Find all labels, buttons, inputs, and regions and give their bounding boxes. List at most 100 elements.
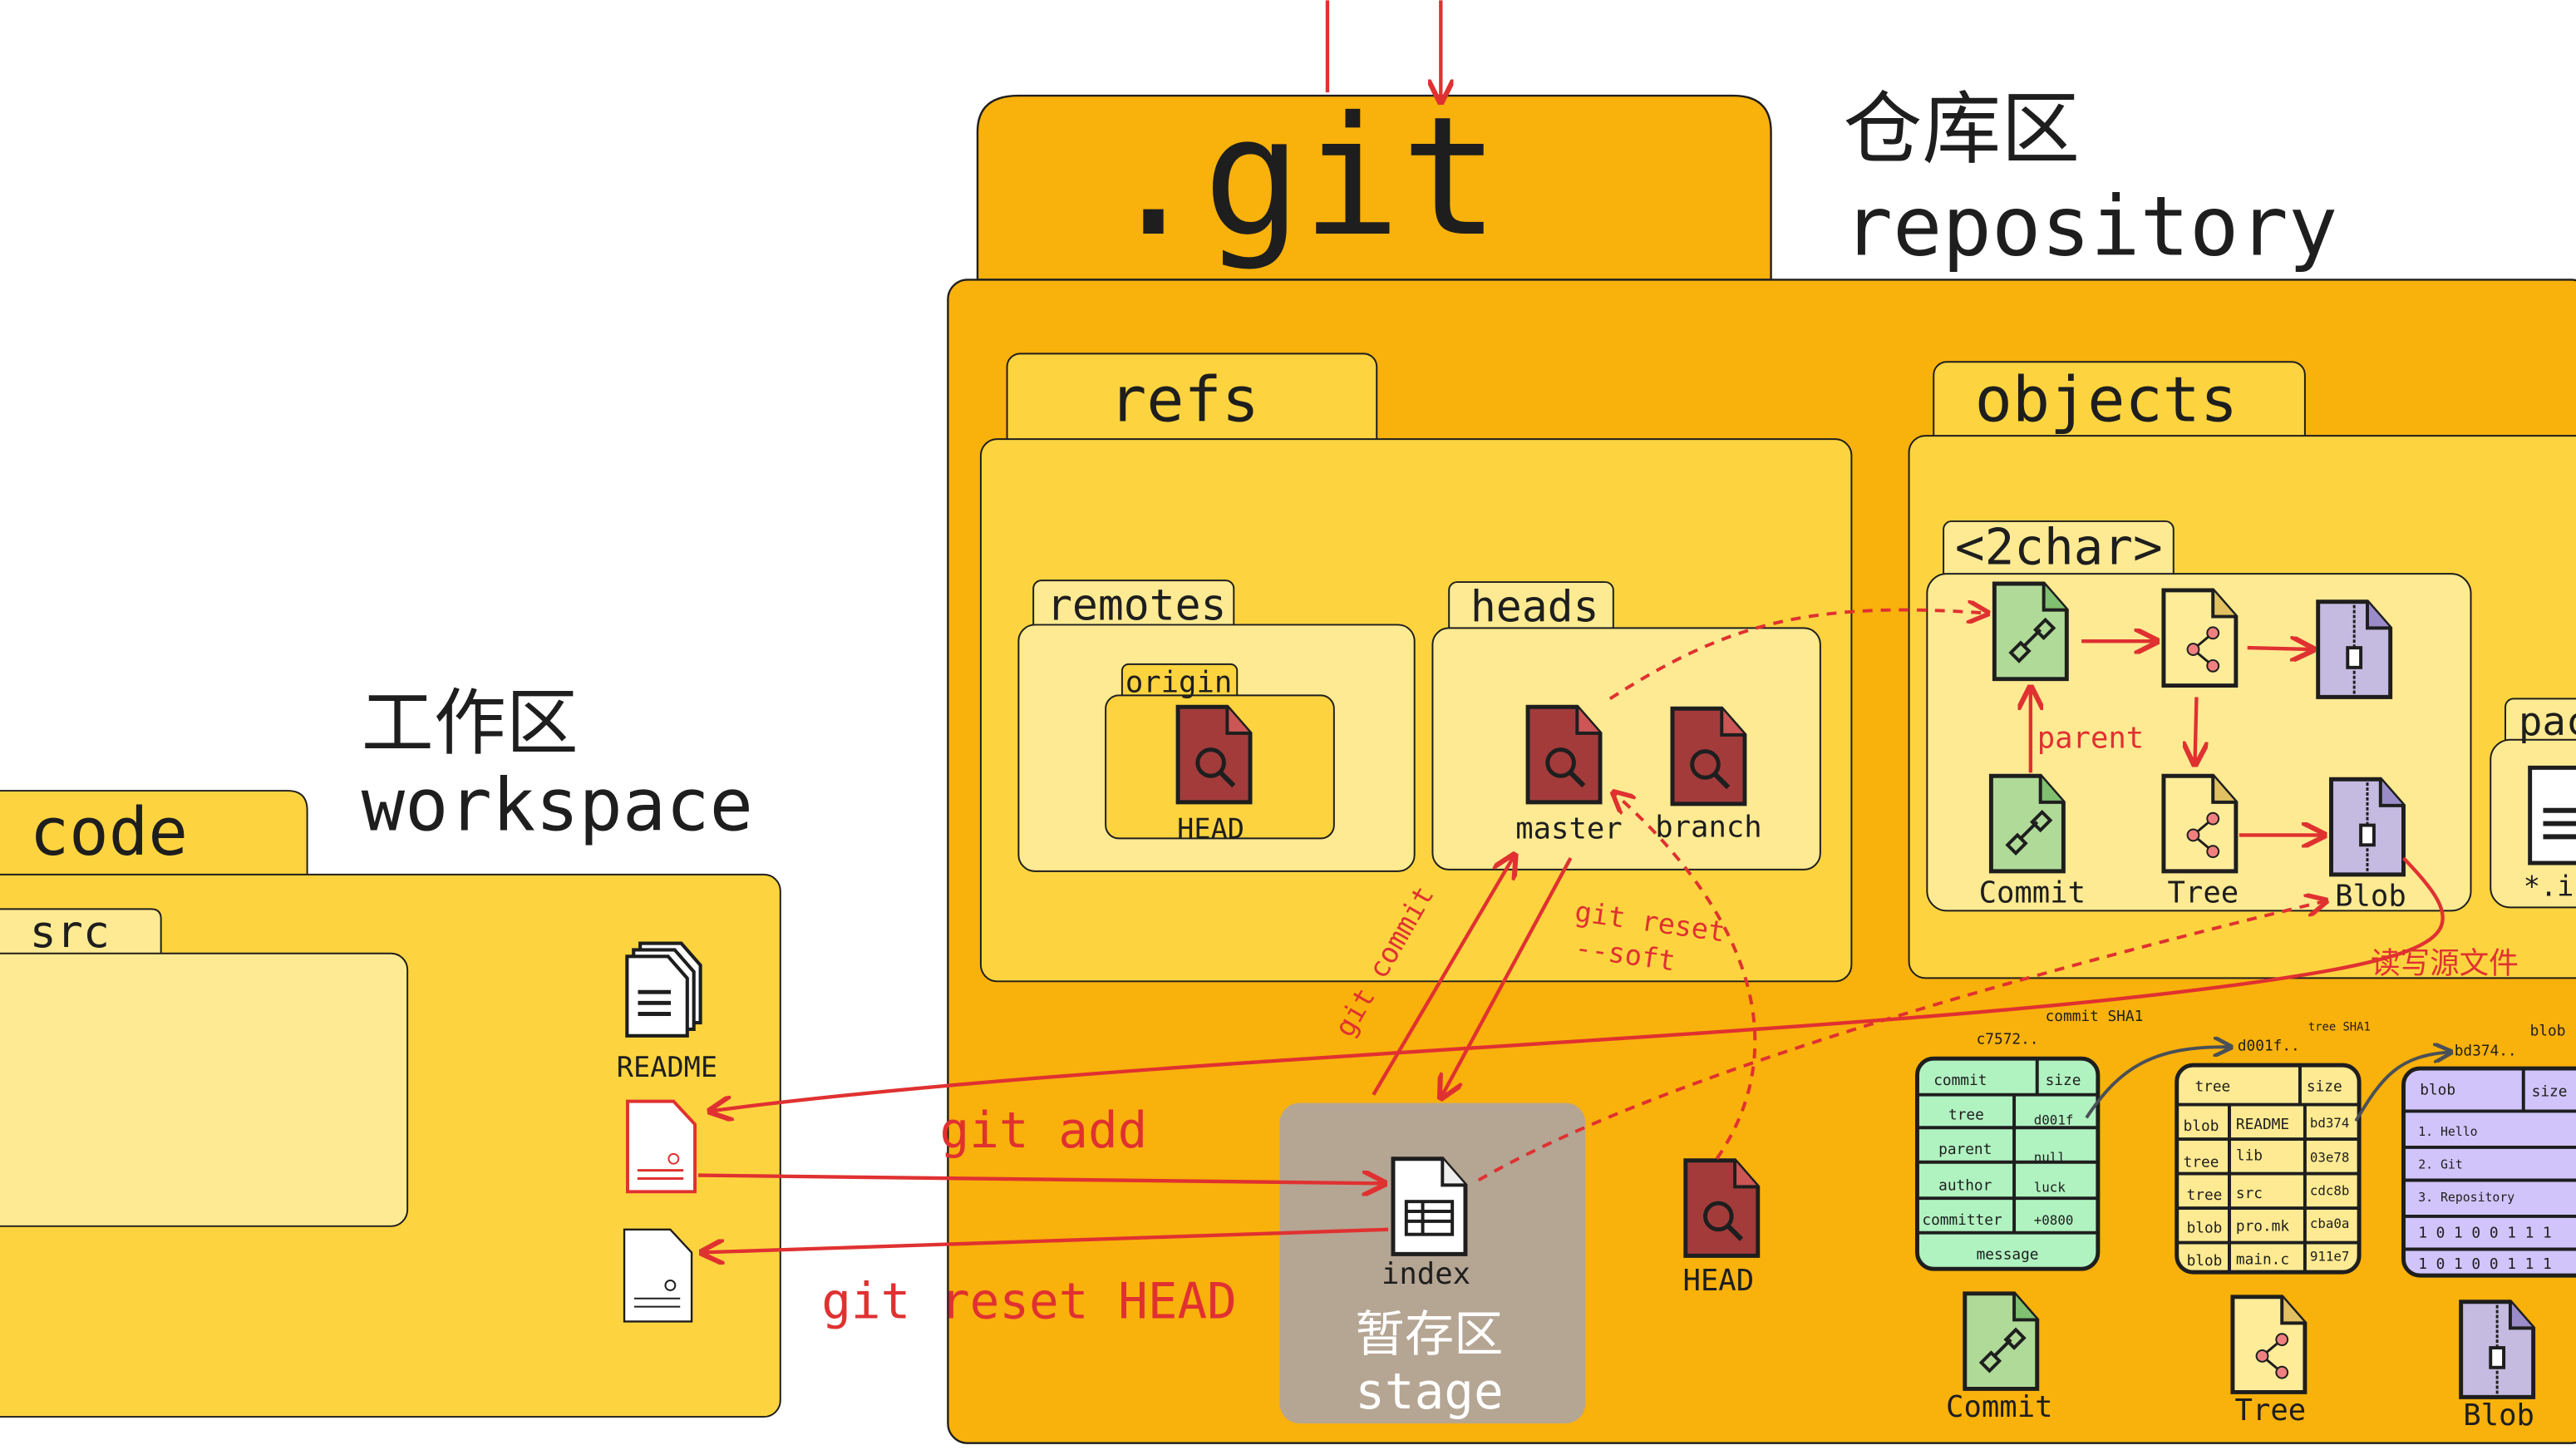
- objects-folder[interactable]: objects <2char> parent Commit Tree Blob …: [1908, 361, 2576, 979]
- table-cell: blob: [2187, 1220, 2223, 1237]
- commit-icon[interactable]: [1965, 1294, 2037, 1389]
- table-cell: src: [2236, 1185, 2263, 1202]
- twochar-label: <2char>: [1955, 518, 2163, 575]
- master-ref-icon[interactable]: [1528, 707, 1600, 802]
- head-ref-icon[interactable]: [1686, 1161, 1758, 1256]
- stage-title-en: stage: [1355, 1363, 1503, 1420]
- table-cell: 911e7: [2310, 1248, 2350, 1264]
- repo-title-cn: 仓库区: [1844, 84, 2081, 175]
- remotes-label: remotes: [1047, 581, 1227, 631]
- origin-head-label: HEAD: [1177, 812, 1244, 845]
- git-add-label: git add: [940, 1102, 1148, 1159]
- table-cell: lib: [2236, 1147, 2263, 1165]
- index-file-icon[interactable]: [1393, 1159, 1465, 1255]
- tree-sha: d001f..: [2238, 1037, 2300, 1054]
- tree-icon[interactable]: [2233, 1297, 2305, 1393]
- code-folder[interactable]: code src README: [0, 790, 781, 1418]
- blob-sha: bd374..: [2455, 1042, 2517, 1059]
- table-cell: main.c: [2236, 1250, 2289, 1268]
- git-diagram: .git 仓库区 repository refs remotes origin …: [0, 0, 2576, 1444]
- git-reset-head-label: git reset HEAD: [821, 1272, 1237, 1329]
- blob-icon[interactable]: [2318, 602, 2391, 698]
- table-cell: README: [2236, 1116, 2289, 1133]
- refs-label: refs: [1109, 362, 1259, 436]
- read-write-note: 读写源文件: [2371, 946, 2519, 980]
- table-header: size: [2046, 1072, 2081, 1089]
- tree-sha-label: tree SHA1: [2308, 1021, 2371, 1034]
- table-cell: luck: [2034, 1179, 2066, 1195]
- file-icon[interactable]: [623, 1228, 693, 1323]
- table-cell: 3. Repository: [2418, 1191, 2514, 1205]
- git-folder-label: .git: [1104, 81, 1500, 273]
- table-header: size: [2307, 1078, 2342, 1096]
- table-cell: cba0a: [2310, 1216, 2350, 1231]
- tree-icon-label: Tree: [2235, 1393, 2307, 1428]
- tree-icon[interactable]: [2164, 590, 2236, 686]
- table-cell: tree: [1948, 1106, 1984, 1123]
- readme-label: README: [617, 1051, 717, 1083]
- table-cell: tree: [2187, 1186, 2223, 1204]
- blob-sha-label: blob: [2530, 1023, 2566, 1040]
- blob-icon-label: Blob: [2463, 1398, 2534, 1433]
- table-cell: 2. Git: [2418, 1158, 2463, 1172]
- table-header: blob: [2420, 1082, 2455, 1099]
- tree-icon[interactable]: [2164, 776, 2236, 871]
- table-cell: parent: [1938, 1141, 1992, 1158]
- commit-icon[interactable]: [1991, 776, 2063, 871]
- stage-area[interactable]: index 暂存区 stage: [1279, 1102, 1586, 1423]
- modified-file-icon[interactable]: [626, 1099, 697, 1194]
- table-cell: blob: [2187, 1252, 2223, 1270]
- stage-title-cn: 暂存区: [1356, 1305, 1504, 1363]
- table-header: tree: [2194, 1078, 2230, 1096]
- blob-icon[interactable]: [2332, 779, 2404, 875]
- table-header: commit: [1933, 1072, 1987, 1089]
- pack-file-label: *.i: [2524, 870, 2574, 903]
- table-cell: pro.mk: [2236, 1218, 2289, 1235]
- table-cell: author: [1938, 1176, 1992, 1194]
- commit-sha: c7572..: [1977, 1030, 2039, 1048]
- src-folder[interactable]: [0, 952, 409, 1227]
- table-cell: 1. Hello: [2418, 1125, 2477, 1139]
- table-cell: cdc8b: [2310, 1182, 2350, 1198]
- head-label: HEAD: [1682, 1264, 1754, 1298]
- table-cell: 03e78: [2310, 1150, 2350, 1166]
- table-cell: null: [2034, 1150, 2066, 1166]
- heads-label: heads: [1470, 582, 1599, 632]
- origin-label: origin: [1125, 665, 1232, 699]
- table-cell: 1 0 1 0 0 1 1 1: [2418, 1225, 2551, 1242]
- workspace-title-en: workspace: [362, 762, 753, 847]
- table-cell: 1 0 1 0 0 1 1 1: [2418, 1255, 2551, 1273]
- master-label: master: [1515, 811, 1622, 846]
- pack-label: pac: [2519, 699, 2576, 745]
- tree-to-tree-arrow: [2194, 697, 2196, 764]
- table-cell: +0800: [2034, 1212, 2074, 1228]
- code-label: code: [30, 794, 188, 870]
- commit-icon-label: Commit: [1946, 1390, 2052, 1424]
- table-cell: bd374: [2310, 1115, 2350, 1131]
- tree-to-blob-arrow: [2247, 648, 2313, 649]
- parent-label: parent: [2037, 722, 2144, 756]
- table-cell: message: [1977, 1245, 2039, 1263]
- workspace-title-cn: 工作区: [362, 681, 579, 766]
- table-cell: blob: [2184, 1117, 2219, 1135]
- origin-head-ref-icon[interactable]: [1178, 707, 1250, 802]
- tree-label: Tree: [2168, 875, 2239, 910]
- blob-label: Blob: [2335, 879, 2406, 913]
- branch-label: branch: [1655, 810, 1761, 844]
- commit-sha-label: commit SHA1: [2046, 1008, 2144, 1025]
- commit-label: Commit: [1979, 875, 2086, 910]
- branch-ref-icon[interactable]: [1672, 708, 1745, 804]
- pack-index-file-icon[interactable]: [2530, 767, 2576, 863]
- index-label: index: [1382, 1257, 1470, 1291]
- commit-icon[interactable]: [1994, 584, 2066, 679]
- table-cell: tree: [2184, 1154, 2219, 1171]
- readme-file-icon[interactable]: [627, 944, 700, 1036]
- blob-icon[interactable]: [2461, 1302, 2534, 1398]
- table-cell: d001f: [2034, 1112, 2074, 1127]
- table-cell: committer: [1922, 1211, 2002, 1229]
- repo-title-en: repository: [1844, 180, 2338, 275]
- objects-label: objects: [1975, 362, 2238, 436]
- table-header: size: [2532, 1083, 2568, 1101]
- remotes-folder[interactable]: remotes origin HEAD: [1017, 580, 1416, 872]
- src-label: src: [30, 905, 110, 958]
